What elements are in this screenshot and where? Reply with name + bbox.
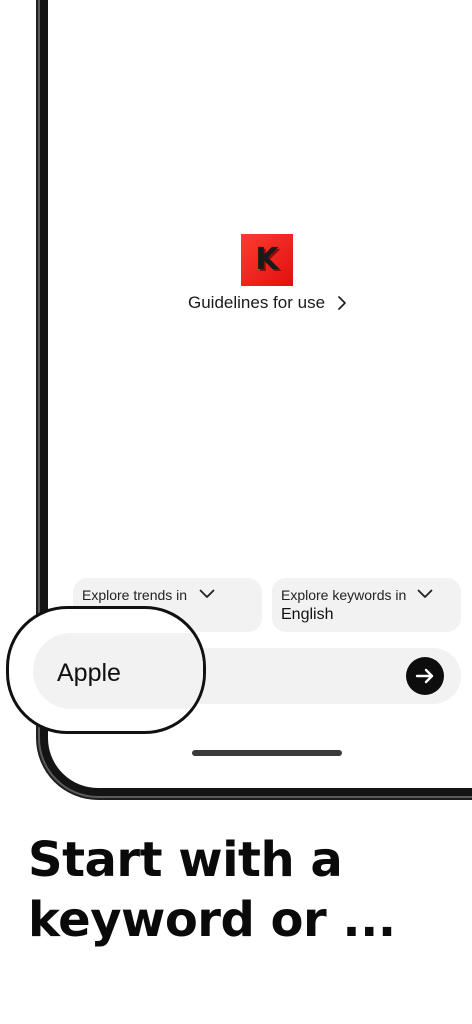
chevron-down-icon: [199, 589, 215, 598]
search-submit-button[interactable]: [406, 657, 444, 695]
headline: Start with a keyword or ...: [28, 830, 458, 950]
explore-keywords-dropdown[interactable]: Explore keywords in English: [272, 578, 461, 632]
explore-trends-label: Explore trends in: [82, 587, 188, 603]
chevron-down-icon: [417, 589, 433, 598]
guidelines-link[interactable]: Guidelines for use: [188, 292, 349, 314]
search-zoom-callout: Apple: [6, 606, 206, 734]
app-logo-letter: K: [255, 242, 279, 277]
explore-keywords-label: Explore keywords in: [281, 587, 407, 603]
headline-line-2: keyword or ...: [28, 892, 396, 948]
explore-keywords-value: English: [281, 606, 334, 623]
chevron-right-icon: [338, 296, 346, 310]
guidelines-label: Guidelines for use: [188, 293, 326, 312]
arrow-right-icon: [415, 668, 434, 684]
screen: K Guidelines for use Explore trends in E…: [0, 0, 472, 1024]
home-indicator: [192, 750, 342, 756]
app-logo: K: [241, 234, 293, 286]
headline-line-1: Start with a: [28, 832, 343, 888]
search-value: Apple: [57, 659, 121, 687]
